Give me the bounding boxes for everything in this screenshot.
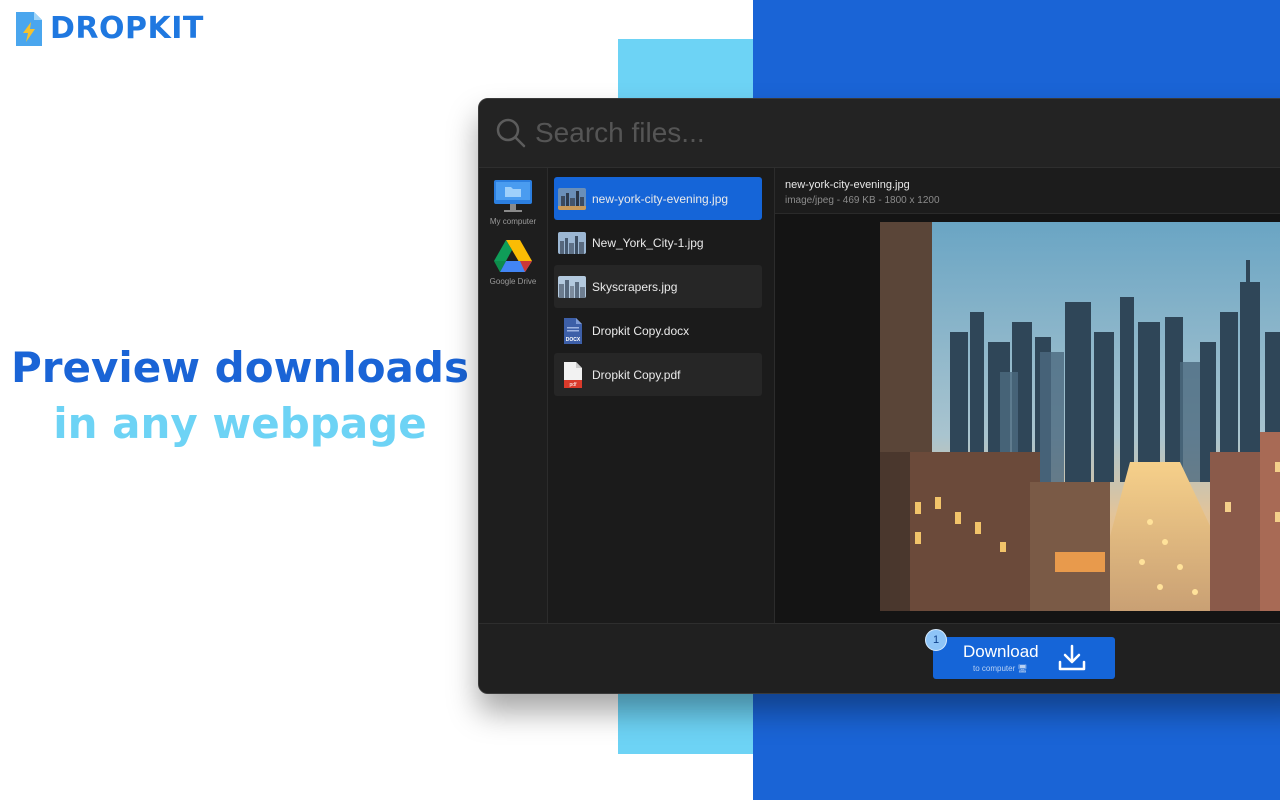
download-icon	[1058, 644, 1086, 671]
file-name: new-york-city-evening.jpg	[592, 191, 729, 206]
headline: Preview downloads in any webpage	[0, 340, 480, 452]
file-name: Skyscrapers.jpg	[592, 279, 678, 294]
preview-header: new-york-city-evening.jpg image/jpeg - 4…	[775, 168, 1280, 214]
svg-text:DOCX: DOCX	[566, 337, 581, 343]
image-thumbnail-icon	[558, 231, 586, 254]
image-thumbnail-icon	[558, 187, 586, 210]
download-label: Download	[963, 642, 1039, 661]
file-item-new-york-city-evening[interactable]: new-york-city-evening.jpg	[554, 177, 762, 220]
brand-logo: DROPKIT	[14, 10, 204, 48]
file-item-dropkit-copy-pdf[interactable]: pdf Dropkit Copy.pdf	[554, 353, 762, 396]
headline-line-2: in any webpage	[53, 399, 427, 448]
source-sidebar: My computer Google Drive	[479, 168, 548, 623]
brand-name: DROPKIT	[50, 11, 204, 46]
svg-text:pdf: pdf	[570, 382, 578, 388]
file-item-dropkit-copy-docx[interactable]: DOCX Dropkit Copy.docx	[554, 309, 762, 352]
footer-bar: Download to computer 🖥 1	[479, 623, 1280, 693]
file-lightning-icon	[16, 12, 42, 46]
image-thumbnail-icon	[558, 275, 586, 298]
source-label: Google Drive	[489, 277, 537, 286]
headline-line-1: Preview downloads	[11, 343, 469, 392]
preview-filename: new-york-city-evening.jpg	[785, 179, 910, 191]
source-label: My computer	[489, 217, 537, 226]
file-list: new-york-city-evening.jpg New_York_City-…	[548, 168, 775, 623]
download-sublabel: to computer 🖥	[973, 664, 1028, 673]
search-input[interactable]	[533, 116, 1137, 150]
file-item-skyscrapers[interactable]: Skyscrapers.jpg	[554, 265, 762, 308]
file-name: Dropkit Copy.pdf	[592, 367, 681, 382]
preview-file-meta: image/jpeg - 469 KB - 1800 x 1200	[785, 195, 940, 206]
google-drive-icon	[494, 240, 532, 272]
source-my-computer[interactable]: My computer	[479, 178, 547, 226]
file-name: New_York_City-1.jpg	[592, 235, 704, 250]
pdf-file-icon: pdf	[564, 361, 582, 388]
dropkit-window: My computer Google Drive new-york-	[478, 98, 1280, 694]
download-count-badge: 1	[925, 629, 947, 651]
search-bar	[479, 99, 1280, 168]
search-icon	[496, 118, 526, 148]
docx-file-icon: DOCX	[564, 317, 582, 344]
preview-pane: new-york-city-evening.jpg image/jpeg - 4…	[775, 168, 1280, 623]
download-button[interactable]: Download to computer 🖥	[933, 637, 1115, 679]
computer-icon	[494, 180, 532, 212]
file-name: Dropkit Copy.docx	[592, 323, 690, 338]
file-item-new-york-city-1[interactable]: New_York_City-1.jpg	[554, 221, 762, 264]
source-google-drive[interactable]: Google Drive	[479, 238, 547, 286]
city-photo-preview	[880, 222, 1280, 611]
